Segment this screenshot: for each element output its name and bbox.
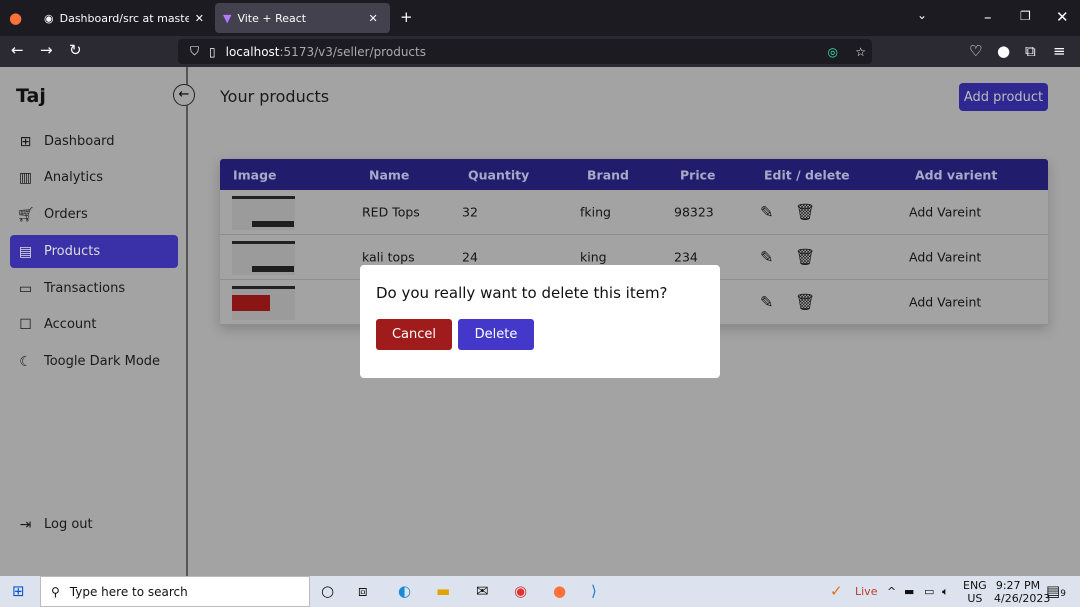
- firefox-icon[interactable]: ●: [9, 9, 22, 27]
- profile-icon[interactable]: ●: [997, 42, 1010, 60]
- sidebar: Taj ← ⊞ Dashboard ▥ Analytics 🛒︎ Orders ▤ Pr…: [0, 67, 195, 576]
- url-bar[interactable]: ⛉ ▯ localhost:5173/v3/seller/products ◎ …: [178, 39, 872, 64]
- tab-github[interactable]: ◉ Dashboard/src at master · Hayat ✕: [36, 3, 212, 33]
- trash-icon[interactable]: 🗑︎: [795, 203, 815, 222]
- add-variant-link[interactable]: Add Vareint: [909, 250, 981, 265]
- cortana-icon[interactable]: ○: [321, 582, 334, 600]
- extension-icon[interactable]: ◎: [828, 45, 838, 59]
- new-tab-icon[interactable]: +: [400, 8, 413, 26]
- add-variant-link[interactable]: Add Vareint: [909, 295, 981, 310]
- restore-icon[interactable]: ❐: [1020, 9, 1031, 23]
- product-brand: fking: [580, 204, 611, 220]
- nav-bar: ← → ↻ ⛉ ▯ localhost:5173/v3/seller/produ…: [0, 36, 1080, 67]
- edge-icon[interactable]: ◐: [398, 582, 411, 600]
- page-title: Your products: [220, 87, 330, 106]
- sidebar-item-dashboard[interactable]: ⊞ Dashboard: [10, 125, 178, 158]
- product-brand: king: [580, 249, 607, 265]
- minimize-icon[interactable]: –: [984, 8, 992, 26]
- task-view-icon[interactable]: ⧈: [358, 582, 368, 600]
- card-icon: ▭: [18, 280, 33, 297]
- close-tab-icon[interactable]: ✕: [368, 12, 377, 25]
- brand-logo: Taj: [16, 85, 46, 107]
- logout-icon: ⇥: [19, 516, 32, 533]
- back-icon[interactable]: ←: [11, 41, 24, 59]
- chart-icon: ▥: [18, 169, 33, 186]
- windows-start-icon[interactable]: ⊞: [12, 582, 25, 600]
- product-price: 98323: [674, 204, 714, 220]
- add-variant-link[interactable]: Add Vareint: [909, 205, 981, 220]
- close-window-icon[interactable]: ✕: [1056, 8, 1069, 26]
- delete-confirm-dialog: Do you really want to delete this item? …: [360, 265, 720, 378]
- dashboard-icon: ⊞: [19, 133, 32, 150]
- page-icon: ▯: [209, 44, 216, 59]
- chrome-icon[interactable]: ◉: [514, 582, 527, 600]
- notifications-icon[interactable]: ▤9: [1046, 582, 1066, 600]
- product-quantity: 32: [462, 204, 478, 220]
- mail-icon[interactable]: ✉: [476, 582, 489, 600]
- cancel-button[interactable]: Cancel: [376, 319, 452, 350]
- sidebar-item-account[interactable]: ☐ Account: [10, 308, 178, 341]
- product-thumbnail: [232, 196, 295, 230]
- trash-icon[interactable]: 🗑︎: [795, 293, 815, 312]
- search-icon: ⚲: [51, 584, 60, 599]
- github-icon: ◉: [44, 11, 54, 25]
- product-name: kali tops: [362, 249, 415, 265]
- reload-icon[interactable]: ↻: [69, 41, 82, 59]
- firefox-taskbar-icon[interactable]: ●: [553, 582, 566, 600]
- battery-icon[interactable]: ▬: [904, 585, 914, 598]
- product-thumbnail: [232, 241, 295, 275]
- tab-bar: ● ◉ Dashboard/src at master · Hayat ✕ ▼ …: [0, 0, 1080, 36]
- sidebar-item-orders[interactable]: 🛒︎ Orders: [10, 198, 178, 231]
- table-header: Image Name Quantity Brand Price Edit / d…: [220, 159, 1048, 190]
- product-thumbnail: [232, 286, 295, 320]
- logout-button[interactable]: ⇥ Log out: [10, 508, 178, 541]
- edit-icon[interactable]: ✎: [760, 293, 773, 312]
- sidebar-item-transactions[interactable]: ▭ Transactions: [10, 272, 178, 305]
- language-indicator[interactable]: ENG US: [963, 579, 987, 605]
- tab-vite[interactable]: ▼ Vite + React ✕: [215, 3, 390, 33]
- collapse-sidebar-button[interactable]: ←: [173, 84, 195, 106]
- pocket-icon[interactable]: ♡: [969, 42, 982, 60]
- sidebar-item-dark-mode[interactable]: ☾ Toogle Dark Mode: [10, 345, 178, 378]
- table-row: RED Tops 32 fking 98323 ✎ 🗑︎ Add Vareint: [220, 190, 1048, 235]
- cart-icon: 🛒︎: [17, 206, 35, 223]
- user-icon: ☐: [19, 316, 32, 333]
- edit-icon[interactable]: ✎: [760, 248, 773, 267]
- sidebar-item-analytics[interactable]: ▥ Analytics: [10, 161, 178, 194]
- product-price: 234: [674, 249, 698, 265]
- taskbar: ⊞ ⚲ Type here to search ○ ⧈ ◐ ▬ ✉ ◉ ● ⟩ ✓…: [0, 576, 1080, 607]
- moon-icon: ☾: [19, 353, 32, 370]
- vite-icon: ▼: [223, 11, 232, 25]
- box-icon: ▤: [18, 243, 33, 260]
- trash-icon[interactable]: 🗑︎: [795, 248, 815, 267]
- file-explorer-icon[interactable]: ▬: [436, 582, 450, 600]
- vscode-icon[interactable]: ⟩: [591, 582, 597, 600]
- close-tab-icon[interactable]: ✕: [195, 12, 204, 25]
- add-product-button[interactable]: Add product: [959, 83, 1048, 111]
- dialog-message: Do you really want to delete this item?: [376, 284, 668, 302]
- forward-icon[interactable]: →: [40, 41, 53, 59]
- menu-icon[interactable]: ≡: [1053, 42, 1066, 60]
- clock[interactable]: 9:27 PM 4/26/2023: [994, 579, 1050, 605]
- product-name: RED Tops: [362, 204, 420, 220]
- tray-chevron-icon[interactable]: ^: [887, 585, 896, 598]
- taskbar-search[interactable]: ⚲ Type here to search: [40, 576, 310, 607]
- tab-list-icon[interactable]: ⌄: [917, 8, 927, 22]
- edit-icon[interactable]: ✎: [760, 203, 773, 222]
- delete-button[interactable]: Delete: [458, 319, 534, 350]
- bookmark-star-icon[interactable]: ☆: [855, 45, 866, 59]
- extensions-icon[interactable]: ⧉: [1025, 42, 1036, 60]
- shield-icon[interactable]: ⛉: [190, 44, 199, 59]
- network-icon[interactable]: ▭: [924, 585, 934, 598]
- cricket-icon[interactable]: ✓: [830, 582, 843, 600]
- product-quantity: 24: [462, 249, 478, 265]
- sidebar-item-products[interactable]: ▤ Products: [10, 235, 178, 268]
- volume-icon[interactable]: 🔈︎: [942, 585, 949, 599]
